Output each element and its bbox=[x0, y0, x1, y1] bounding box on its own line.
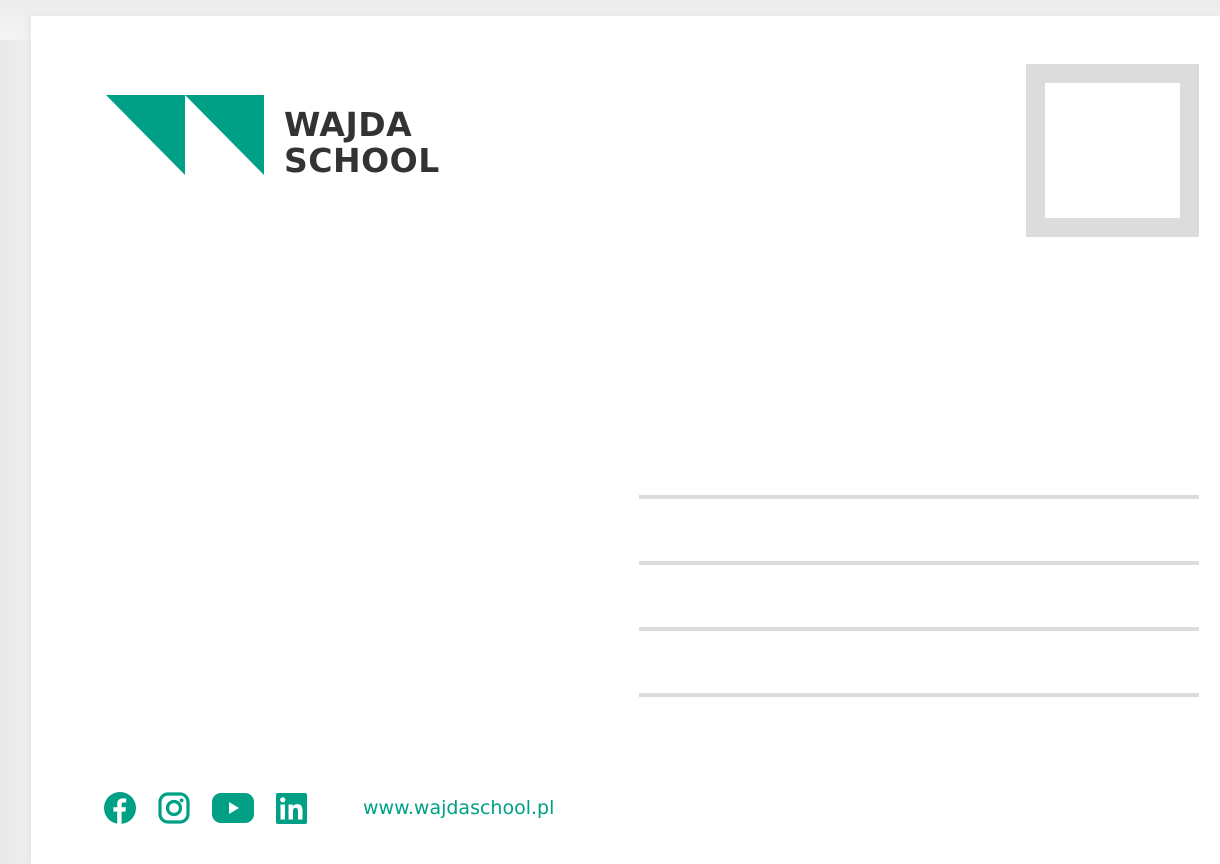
linkedin-icon[interactable] bbox=[276, 792, 307, 824]
website-link[interactable]: www.wajdaschool.pl bbox=[363, 797, 554, 819]
logo-line-1: WAJDA bbox=[284, 105, 413, 144]
youtube-icon[interactable] bbox=[212, 793, 254, 823]
wajda-school-logo: WAJDA SCHOOL bbox=[106, 95, 440, 179]
facebook-icon[interactable] bbox=[104, 792, 136, 824]
address-line bbox=[639, 693, 1199, 697]
instagram-icon[interactable] bbox=[158, 792, 190, 824]
stamp-placeholder bbox=[1026, 64, 1199, 237]
social-links bbox=[104, 792, 329, 824]
address-line bbox=[639, 495, 1199, 499]
logo-wordmark: WAJDA SCHOOL bbox=[284, 107, 440, 179]
logo-mark-icon bbox=[106, 95, 264, 175]
address-line bbox=[639, 561, 1199, 565]
footer: www.wajdaschool.pl bbox=[104, 792, 554, 824]
address-lines bbox=[639, 495, 1199, 759]
logo-line-2: SCHOOL bbox=[284, 141, 440, 180]
address-line bbox=[639, 627, 1199, 631]
